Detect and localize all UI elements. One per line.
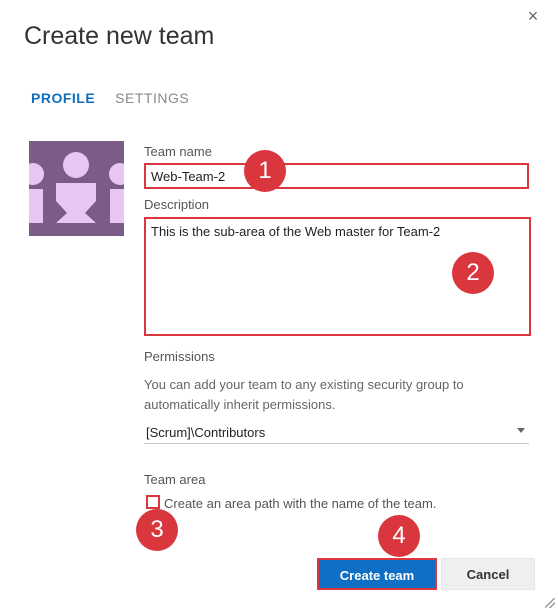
- resize-handle-icon[interactable]: [545, 598, 555, 608]
- team-name-label: Team name: [144, 144, 212, 159]
- tab-profile[interactable]: PROFILE: [31, 90, 95, 106]
- permissions-label: Permissions: [144, 349, 215, 364]
- dialog-title: Create new team: [24, 22, 215, 50]
- close-icon[interactable]: ×: [524, 7, 542, 25]
- create-team-button[interactable]: Create team: [317, 558, 437, 590]
- tab-settings[interactable]: SETTINGS: [115, 90, 189, 106]
- permissions-help-text: You can add your team to any existing se…: [144, 377, 464, 412]
- permissions-selected-value: [Scrum]\Contributors: [146, 425, 266, 440]
- permissions-dropdown[interactable]: [Scrum]\Contributors: [144, 422, 529, 444]
- description-label: Description: [144, 197, 210, 212]
- team-area-checkbox-label[interactable]: Create an area path with the name of the…: [164, 496, 436, 511]
- team-area-label: Team area: [144, 472, 206, 487]
- annotation-badge-3: 3: [136, 509, 178, 551]
- tab-bar: PROFILE SETTINGS: [31, 90, 189, 106]
- team-people-icon: [29, 152, 124, 223]
- annotation-badge-4: 4: [378, 515, 420, 557]
- annotation-badge-2: 2: [452, 252, 494, 294]
- annotation-badge-1: 1: [244, 150, 286, 192]
- team-avatar[interactable]: [29, 141, 124, 236]
- team-name-input[interactable]: [144, 163, 529, 189]
- chevron-down-icon: [517, 428, 525, 433]
- team-area-checkbox[interactable]: [146, 495, 160, 509]
- cancel-button[interactable]: Cancel: [441, 558, 535, 590]
- create-team-dialog: Create new team × PROFILE SETTINGS Team …: [0, 0, 558, 611]
